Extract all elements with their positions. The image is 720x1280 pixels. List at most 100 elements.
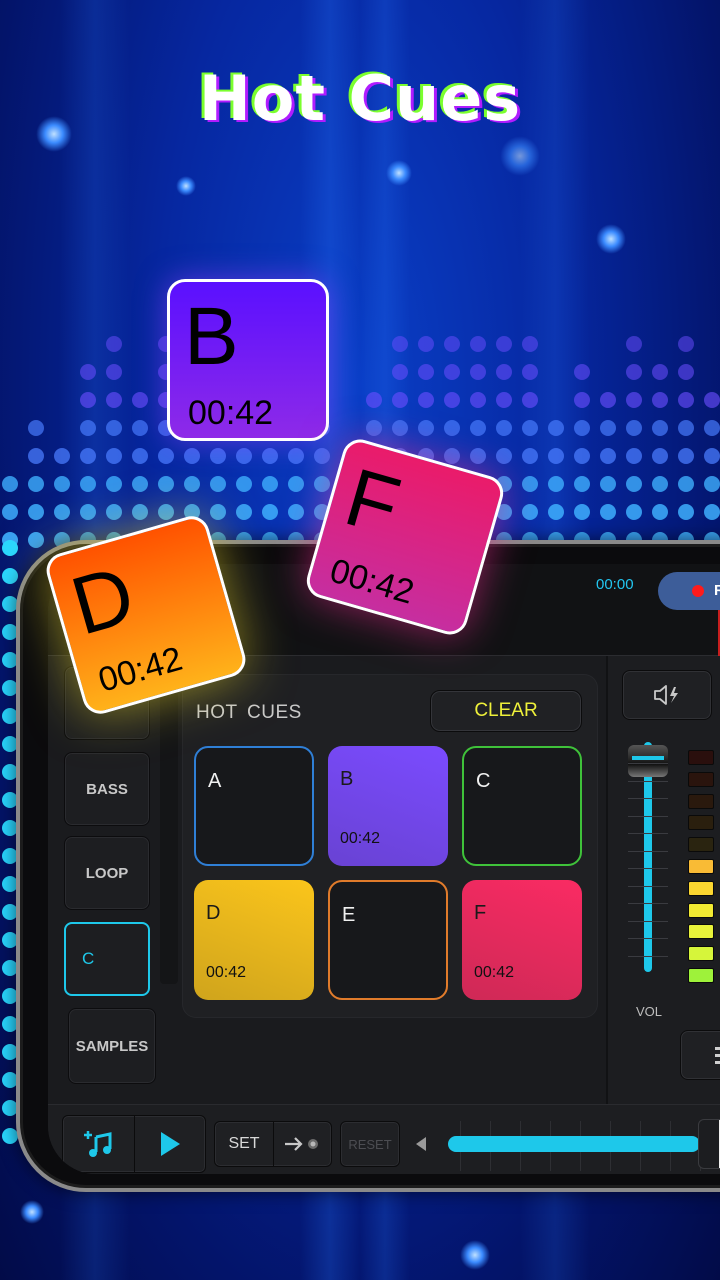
equalizer-dot (444, 392, 460, 408)
transport-group (62, 1115, 206, 1173)
hot-cue-pad-a[interactable]: A (194, 746, 314, 866)
loop-button[interactable]: LOOP (64, 836, 150, 910)
equalizer-dot (470, 364, 486, 380)
hot-cue-pad-b[interactable]: B 00:42 (328, 746, 448, 866)
equalizer-dot (626, 392, 642, 408)
volume-tick (628, 885, 668, 887)
equalizer-dot (236, 476, 252, 492)
equalizer-dot (2, 568, 18, 584)
card-time: 00:42 (94, 639, 187, 700)
sparkle (460, 1240, 490, 1270)
equalizer-dot (236, 448, 252, 464)
equalizer-dot (704, 420, 720, 436)
record-button[interactable]: R (658, 572, 720, 610)
equalizer-dot (54, 504, 70, 520)
equalizer-dot (418, 392, 434, 408)
volume-tick (628, 938, 668, 939)
equalizer-dot (600, 448, 616, 464)
hot-cues-panel: HOT CUES CLEAR A B 00:42 C D 00:42 E F 00:42 (182, 674, 598, 1018)
equalizer-dot (522, 476, 538, 492)
side-button-label: BASS (86, 780, 128, 798)
menu-button[interactable] (680, 1030, 720, 1080)
equalizer-dot (262, 504, 278, 520)
pad-letter: D (206, 902, 221, 924)
level-meter-segment (688, 771, 714, 787)
equalizer-dot (522, 336, 538, 352)
equalizer-dot (106, 392, 122, 408)
equalizer-dot (210, 504, 226, 520)
equalizer-dot (80, 504, 96, 520)
equalizer-dot (106, 448, 122, 464)
level-meter-segment (688, 750, 714, 765)
equalizer-dot (496, 420, 512, 436)
equalizer-dot (2, 540, 18, 556)
equalizer-dot (704, 448, 720, 464)
equalizer-dot (470, 420, 486, 436)
equalizer-dot (522, 448, 538, 464)
play-button[interactable] (134, 1116, 205, 1172)
equalizer-dot (210, 476, 226, 492)
pitch-slider-handle[interactable] (698, 1119, 720, 1169)
set-button[interactable]: SET (215, 1122, 273, 1166)
reset-button[interactable]: RESET (340, 1121, 400, 1167)
speaker-button[interactable] (622, 670, 712, 720)
equalizer-dot (132, 392, 148, 408)
equalizer-dot (678, 420, 694, 436)
hot-cue-pad-f[interactable]: F 00:42 (462, 880, 582, 1000)
volume-tick (628, 780, 668, 782)
volume-tick (628, 920, 668, 922)
music-plus-icon (83, 1131, 111, 1157)
volume-label: VOL (636, 1004, 663, 1019)
pad-letter: E (342, 904, 356, 926)
level-meter-segment (688, 924, 714, 940)
equalizer-dot (80, 476, 96, 492)
hot-cue-pad-d[interactable]: D 00:42 (194, 880, 314, 1000)
equalizer-dot (418, 336, 434, 352)
equalizer-dot (626, 364, 642, 380)
speaker-bolt-icon (654, 685, 678, 705)
equalizer-dot (314, 448, 330, 464)
equalizer-dot (470, 336, 486, 352)
equalizer-dot (496, 448, 512, 464)
equalizer-dot (678, 336, 694, 352)
equalizer-dot (600, 420, 616, 436)
clear-button[interactable]: CLEAR (430, 690, 582, 732)
equalizer-dot (548, 448, 564, 464)
equalizer-dot (106, 420, 122, 436)
hot-cue-pad-e[interactable]: E (328, 880, 448, 1000)
bass-button[interactable]: BASS (64, 752, 150, 826)
equalizer-dot (678, 448, 694, 464)
equalizer-dot (574, 364, 590, 380)
equalizer-dot (158, 448, 174, 464)
add-music-button[interactable] (63, 1116, 134, 1172)
volume-slider-handle[interactable] (628, 744, 668, 777)
pitch-left-arrow-icon[interactable] (416, 1137, 426, 1151)
equalizer-dot (210, 448, 226, 464)
equalizer-dot (496, 364, 512, 380)
samples-button[interactable]: SAMPLES (68, 1008, 156, 1084)
jump-button[interactable] (273, 1122, 331, 1166)
volume-tick (628, 955, 668, 957)
play-icon (161, 1132, 180, 1156)
cue-set-group: SET (214, 1121, 332, 1167)
equalizer-dot (652, 420, 668, 436)
equalizer-dot (392, 392, 408, 408)
pad-letter: A (208, 770, 222, 792)
equalizer-dot (522, 420, 538, 436)
equalizer-dot (80, 448, 96, 464)
volume-tick (628, 815, 668, 817)
hot-cue-pad-c[interactable]: C (462, 746, 582, 866)
equalizer-dot (392, 364, 408, 380)
volume-tick (628, 850, 668, 852)
equalizer-dot (522, 364, 538, 380)
equalizer-dot (522, 392, 538, 408)
level-meter-segment (688, 968, 714, 983)
equalizer-dot (288, 476, 304, 492)
side-button-label: SAMPLES (75, 1037, 149, 1055)
cue-mode-button[interactable]: C (64, 922, 150, 996)
equalizer-dot (392, 420, 408, 436)
pad-letter: C (476, 770, 491, 792)
equalizer-dot (626, 504, 642, 520)
volume-tick (628, 868, 668, 869)
pitch-slider-track[interactable] (448, 1136, 700, 1152)
